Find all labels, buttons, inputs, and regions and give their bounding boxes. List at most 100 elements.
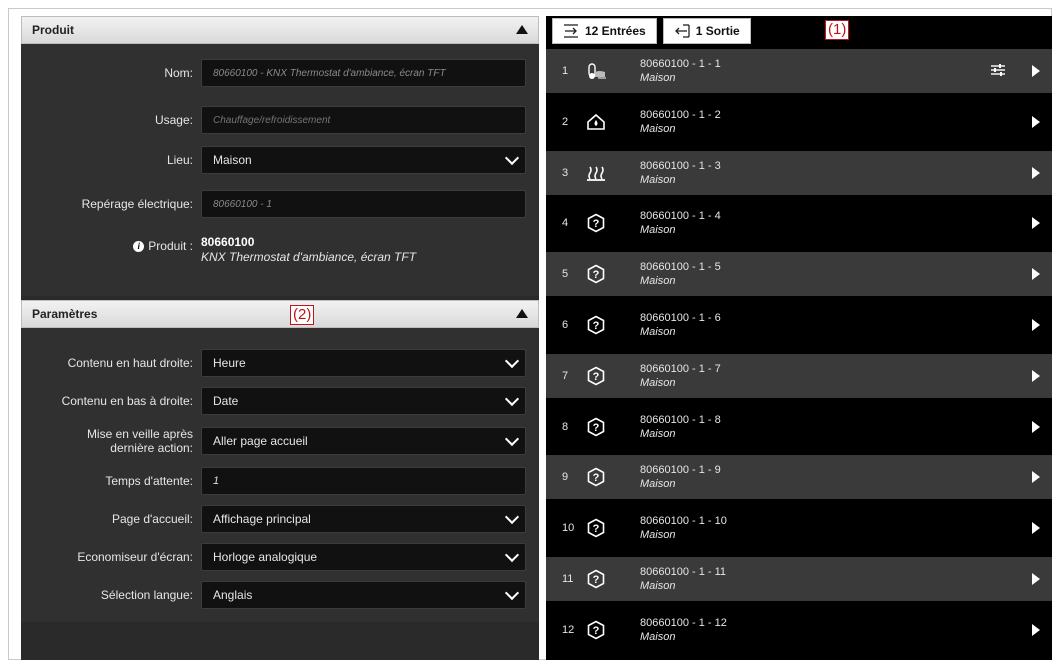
settings-sliders-icon[interactable] xyxy=(990,63,1006,80)
channel-title: 80660100 - 1 - 8 xyxy=(640,413,721,426)
channel-row[interactable]: 5? 80660100 - 1 - 5 Maison xyxy=(546,252,1052,297)
channel-row[interactable]: 2 80660100 - 1 - 2 Maison xyxy=(546,99,1052,144)
expand-arrow-icon[interactable] xyxy=(1032,217,1040,230)
channel-row[interactable]: 6? 80660100 - 1 - 6 Maison xyxy=(546,303,1052,347)
expand-arrow-icon[interactable] xyxy=(1032,522,1040,535)
svg-text:?: ? xyxy=(593,269,600,281)
channel-row[interactable]: 7? 80660100 - 1 - 7 Maison xyxy=(546,353,1052,398)
unknown-icon: ? xyxy=(586,417,640,437)
param-select[interactable]: Date xyxy=(201,387,526,415)
channel-location: Maison xyxy=(640,529,676,542)
annotation-marker-1: (1) xyxy=(825,20,850,40)
channel-title: 80660100 - 1 - 6 xyxy=(640,312,721,324)
unknown-icon: ? xyxy=(586,467,640,487)
channel-title: 80660100 - 1 - 4 xyxy=(640,210,721,223)
channel-title: 80660100 - 1 - 11 xyxy=(640,566,727,578)
param-select[interactable]: Heure xyxy=(201,349,526,377)
unknown-icon: ? xyxy=(586,315,640,335)
expand-arrow-icon[interactable] xyxy=(1032,573,1040,585)
channel-text: 80660100 - 1 - 9 Maison xyxy=(640,464,1052,490)
expand-arrow-icon[interactable] xyxy=(1032,369,1040,382)
channel-title: 80660100 - 1 - 12 xyxy=(640,616,727,629)
info-icon: i xyxy=(133,240,145,252)
expand-arrow-icon[interactable] xyxy=(1032,166,1040,179)
param-select[interactable]: Aller page accueil xyxy=(201,427,526,455)
channel-location: Maison xyxy=(640,427,676,440)
unknown-icon: ? xyxy=(586,213,640,233)
param-row: Sélection langue: Anglais xyxy=(21,580,539,610)
param-value: Heure xyxy=(213,356,246,370)
chevron-down-icon xyxy=(504,509,520,524)
channel-row[interactable]: 9? 80660100 - 1 - 9 Maison xyxy=(546,455,1052,500)
channel-location: Maison xyxy=(640,580,676,592)
param-label: Contenu en bas à droite: xyxy=(61,394,193,408)
channel-number: 4 xyxy=(562,217,569,230)
expand-arrow-icon[interactable] xyxy=(1032,319,1040,331)
heating-icon xyxy=(586,164,640,182)
param-select[interactable]: Affichage principal xyxy=(201,505,526,533)
channel-row[interactable]: 12? 80660100 - 1 - 12 Maison xyxy=(546,607,1052,652)
temps-attente-input[interactable] xyxy=(202,468,525,494)
input-arrow-icon xyxy=(564,24,578,38)
parametres-panel-body: Contenu en haut droite: Heure Contenu en… xyxy=(21,328,539,622)
collapse-up-icon[interactable] xyxy=(516,25,528,34)
channel-number: 1 xyxy=(562,65,569,77)
svg-text:?: ? xyxy=(593,523,600,535)
product-info-label: Produit : xyxy=(148,239,193,253)
channel-title: 80660100 - 1 - 5 xyxy=(640,261,721,274)
channel-location: Maison xyxy=(640,122,676,135)
channel-location: Maison xyxy=(640,275,676,288)
channel-row[interactable]: 11? 80660100 - 1 - 11 Maison xyxy=(546,557,1052,601)
expand-arrow-icon[interactable] xyxy=(1032,115,1040,128)
param-input-field[interactable] xyxy=(201,467,526,495)
tab-outputs-label: 1 Sortie xyxy=(695,24,740,38)
expand-arrow-icon[interactable] xyxy=(1032,471,1040,484)
channel-text: 80660100 - 1 - 3 Maison xyxy=(640,160,1052,186)
param-select[interactable]: Horloge analogique xyxy=(201,543,526,571)
param-select[interactable]: Anglais xyxy=(201,581,526,609)
tab-inputs[interactable]: 12 Entrées xyxy=(552,18,657,44)
param-value: Affichage principal xyxy=(213,512,311,526)
channel-row[interactable]: 10? 80660100 - 1 - 10 Maison xyxy=(546,506,1052,551)
lieu-select[interactable]: Maison xyxy=(201,146,526,174)
channel-location: Maison xyxy=(640,630,676,643)
produit-panel-header[interactable]: Produit xyxy=(21,16,539,44)
channel-row[interactable]: 4? 80660100 - 1 - 4 Maison xyxy=(546,201,1052,246)
nom-field[interactable] xyxy=(201,59,526,87)
channel-number: 10 xyxy=(562,522,575,535)
usage-field[interactable] xyxy=(201,106,526,134)
channel-number: 11 xyxy=(562,573,574,585)
channel-row[interactable]: 1 80660100 - 1 - 1 Maison xyxy=(546,49,1052,93)
channel-text: 80660100 - 1 - 10 Maison xyxy=(640,515,1052,541)
output-arrow-icon xyxy=(674,24,690,38)
reperage-input[interactable] xyxy=(202,191,525,217)
svg-text:?: ? xyxy=(593,422,600,434)
parametres-panel-header[interactable]: Paramètres xyxy=(21,300,539,328)
channel-row[interactable]: 8? 80660100 - 1 - 8 Maison xyxy=(546,404,1052,449)
reperage-field[interactable] xyxy=(201,190,526,218)
param-row: Economiseur d'écran: Horloge analogique xyxy=(21,542,539,572)
svg-text:?: ? xyxy=(593,574,600,586)
expand-arrow-icon[interactable] xyxy=(1032,420,1040,433)
channel-title: 80660100 - 1 - 3 xyxy=(640,159,721,172)
unknown-icon: ? xyxy=(586,366,640,386)
channel-row[interactable]: 3 80660100 - 1 - 3 Maison xyxy=(546,150,1052,195)
annotation-marker-2: (2) xyxy=(290,305,315,325)
param-label: Mise en veille après dernière action: xyxy=(86,427,193,455)
channel-title: 80660100 - 1 - 9 xyxy=(640,464,721,477)
collapse-up-icon[interactable] xyxy=(516,309,528,318)
expand-arrow-icon[interactable] xyxy=(1032,65,1040,77)
reperage-label: Repérage électrique: xyxy=(81,197,193,211)
channel-location: Maison xyxy=(640,478,676,491)
param-value: Anglais xyxy=(213,588,253,602)
chevron-down-icon xyxy=(504,547,520,562)
channel-text: 80660100 - 1 - 6 Maison xyxy=(640,312,1052,338)
tab-outputs[interactable]: 1 Sortie xyxy=(662,18,751,44)
channel-location: Maison xyxy=(640,376,676,389)
expand-arrow-icon[interactable] xyxy=(1032,268,1040,281)
param-label: Page d'accueil: xyxy=(111,512,193,526)
nom-input[interactable] xyxy=(202,60,525,86)
usage-input[interactable] xyxy=(202,107,525,133)
svg-text:?: ? xyxy=(593,320,600,332)
expand-arrow-icon[interactable] xyxy=(1032,623,1040,636)
